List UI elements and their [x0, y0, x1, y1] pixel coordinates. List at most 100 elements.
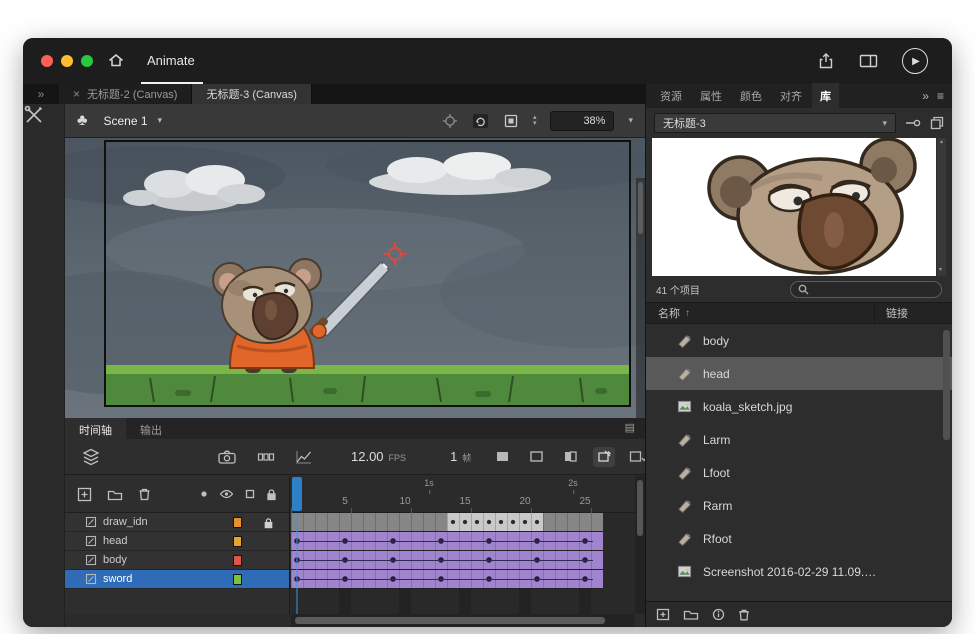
panel-tab[interactable]: 颜色 [732, 83, 770, 109]
layer-color-swatch[interactable] [233, 574, 242, 585]
stage-canvas[interactable] [65, 138, 645, 418]
center-stage-icon[interactable] [442, 113, 458, 129]
symbol-edit-icon[interactable]: ♣ [77, 112, 88, 130]
panel-menu-icon[interactable]: ≡ [937, 89, 944, 103]
fps-value[interactable]: 12.00 [351, 449, 384, 464]
sort-ascending-icon[interactable]: ↑ [685, 308, 690, 319]
home-icon[interactable] [107, 51, 125, 69]
ruler-frame-number: 10 [399, 496, 410, 507]
onion-skin-icon[interactable] [491, 447, 513, 467]
column-divider[interactable] [874, 303, 875, 323]
layer-color-swatch[interactable] [233, 536, 242, 547]
clip-content-icon[interactable] [503, 113, 519, 129]
preview-scrollbar[interactable]: ▴▾ [937, 138, 946, 276]
zoom-level-field[interactable]: 38% [550, 111, 614, 131]
panel-tab[interactable]: 属性 [692, 83, 730, 109]
column-link-label[interactable]: 链接 [886, 305, 908, 321]
close-window-button[interactable] [41, 55, 53, 67]
timeline-horizontal-scrollbar[interactable] [291, 614, 635, 627]
scene-chevron-down-icon[interactable]: ▾ [158, 115, 163, 126]
layer-lock-state[interactable] [263, 536, 275, 548]
layer-row[interactable]: body [65, 551, 289, 570]
library-item[interactable]: body [646, 324, 952, 357]
library-item[interactable]: Screenshot 2016-02-29 11.09.… [646, 555, 952, 588]
library-item-label: koala_sketch.jpg [703, 400, 792, 414]
layer-name: head [103, 535, 127, 547]
delete-item-trash-icon[interactable] [738, 608, 750, 621]
timeline-vertical-scrollbar[interactable] [635, 476, 645, 614]
frame-row[interactable] [291, 570, 603, 589]
camera-icon[interactable] [217, 449, 237, 465]
tools-icon[interactable] [23, 104, 64, 126]
new-layer-icon[interactable] [77, 487, 92, 502]
delete-layer-trash-icon[interactable] [138, 487, 151, 501]
search-input[interactable] [814, 284, 934, 295]
new-library-panel-icon[interactable] [930, 116, 944, 130]
rotation-tool-icon[interactable] [472, 113, 489, 129]
app-tab-label[interactable]: Animate [147, 53, 195, 68]
library-search-box[interactable] [790, 281, 942, 298]
new-folder-icon[interactable] [107, 488, 123, 501]
share-icon[interactable] [817, 52, 835, 70]
stage-vertical-scrollbar[interactable] [636, 178, 645, 418]
zoom-stepper[interactable]: ▴▾ [533, 115, 537, 127]
current-frame-value[interactable]: 1 [450, 449, 457, 464]
library-item[interactable]: Larm [646, 423, 952, 456]
pin-library-icon[interactable] [905, 118, 921, 128]
frame-row[interactable] [291, 532, 603, 551]
panel-tab[interactable]: 库 [812, 83, 839, 109]
library-item[interactable]: Rarm [646, 489, 952, 522]
zoom-window-button[interactable] [81, 55, 93, 67]
layer-color-swatch[interactable] [233, 555, 242, 566]
new-folder-icon[interactable] [683, 609, 699, 621]
layer-lock-state[interactable] [263, 555, 275, 567]
layer-name: body [103, 554, 127, 566]
zoom-chevron-down-icon[interactable]: ▾ [628, 115, 633, 126]
edit-multiple-frames-icon[interactable] [593, 447, 615, 467]
lock-layers-icon[interactable] [266, 488, 277, 501]
library-item[interactable]: Rfoot [646, 522, 952, 555]
loop-range-icon[interactable] [559, 447, 581, 467]
fps-unit-label: FPS [389, 453, 407, 463]
panel-tab[interactable]: 资源 [652, 83, 690, 109]
panel-tab[interactable]: 对齐 [772, 83, 810, 109]
timeline-tab[interactable]: 输出 [126, 418, 176, 439]
timeline-ruler[interactable]: 1s2s 510152025 [291, 476, 635, 513]
test-movie-play-button[interactable]: ▶ [902, 48, 928, 74]
layer-lock-state[interactable] [263, 517, 275, 529]
column-name-label[interactable]: 名称 [658, 305, 680, 321]
frame-row[interactable] [291, 513, 603, 532]
minimize-window-button[interactable] [61, 55, 73, 67]
scene-name[interactable]: Scene 1 [104, 114, 148, 128]
layer-lock-state[interactable] [263, 574, 275, 586]
item-properties-info-icon[interactable] [712, 608, 725, 621]
timeline-tab[interactable]: 时间轴 [65, 418, 126, 439]
layer-row[interactable]: sword [65, 570, 289, 589]
layer-row[interactable]: draw_idn [65, 513, 289, 532]
preview-artwork [652, 138, 936, 276]
show-hide-eye-icon[interactable] [219, 489, 234, 499]
layer-row[interactable]: head [65, 532, 289, 551]
highlight-layer-dot-icon[interactable] [200, 490, 208, 498]
new-symbol-icon[interactable] [656, 608, 670, 621]
library-item[interactable]: head [646, 357, 952, 390]
workspace-layout-icon[interactable] [859, 53, 878, 69]
frames-view-icon[interactable] [257, 450, 275, 464]
layers-stack-icon[interactable] [81, 448, 101, 466]
graph-editor-icon[interactable] [295, 450, 313, 464]
onion-skin-outline-icon[interactable] [525, 447, 547, 467]
library-item[interactable]: koala_sketch.jpg [646, 390, 952, 423]
frame-row[interactable] [291, 551, 603, 570]
tab-close-icon[interactable]: × [73, 87, 80, 101]
library-scrollbar-thumb[interactable] [943, 330, 950, 440]
panel-overflow-icon[interactable]: » [922, 89, 929, 103]
tab-overflow-icon[interactable]: » [23, 84, 59, 104]
outline-color-icon[interactable] [245, 489, 255, 499]
timeline-frames-area[interactable]: 1s2s 510152025 [291, 476, 635, 614]
library-document-select[interactable]: 无标题-3 ▾ [654, 113, 896, 133]
document-tab[interactable]: ×无标题-2 (Canvas) [59, 84, 192, 104]
layer-color-swatch[interactable] [233, 517, 242, 528]
timeline-panel-menu-icon[interactable]: ▤ [615, 418, 645, 439]
library-item[interactable]: Lfoot [646, 456, 952, 489]
document-tab[interactable]: 无标题-3 (Canvas) [192, 84, 311, 104]
